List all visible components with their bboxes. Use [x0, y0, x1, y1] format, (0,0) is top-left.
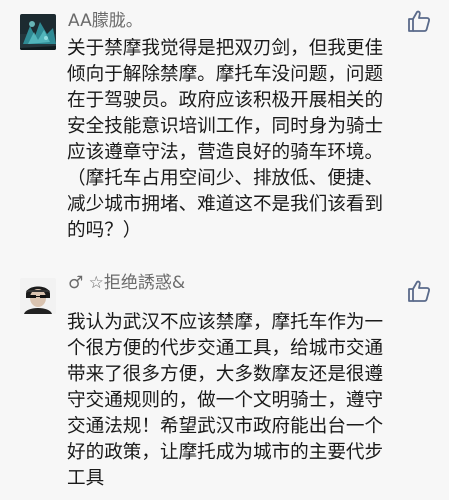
comment-line: 的吗？） — [67, 220, 142, 241]
comment-line: 减少城市拥堵、难道这不是我们该看到 — [67, 194, 384, 215]
comment-line: 交通法规！希望武汉市政府能出台一个 — [67, 416, 384, 437]
comment-text: 我认为武汉不应该禁摩，摩托车作为一 个很方便的代步交通工具，给城市交通 带来了很… — [67, 310, 443, 492]
comment-line: 带来了很多方便，大多数摩友还是很遵 — [67, 364, 384, 385]
comment-item: AA朦胧。 关于禁摩我觉得是把双刃剑，但我更佳 倾向于解除禁摩。摩托车没问题，问… — [0, 0, 449, 262]
comment-line: 在于驾驶员。政府应该积极开展相关的 — [67, 90, 384, 111]
thumbs-up-icon[interactable] — [407, 10, 431, 32]
comment-line: 工具 — [67, 468, 105, 489]
comment-item: ♂ ☆拒绝誘惑& 我认为武汉不应该禁摩，摩托车作为一 个很方便的代步交通工具，给… — [0, 262, 449, 500]
comment-line: 安全技能意识培训工作，同时身为骑士 — [67, 116, 384, 137]
username[interactable]: ♂ ☆拒绝誘惑& — [68, 271, 185, 295]
username[interactable]: AA朦胧。 — [68, 9, 143, 33]
comment-line: 倾向于解除禁摩。摩托车没问题，问题 — [67, 64, 384, 85]
comment-line: 关于禁摩我觉得是把双刃剑，但我更佳 — [67, 38, 384, 59]
avatar[interactable] — [20, 278, 56, 314]
comment-line: 好的政策，让摩托成为城市的主要代步 — [67, 442, 384, 463]
avatar[interactable] — [20, 14, 56, 50]
comment-line: 我认为武汉不应该禁摩，摩托车作为一 — [67, 312, 384, 333]
comment-line: （摩托车占用空间少、排放低、便捷、 — [67, 168, 384, 189]
comment-line: 守交通规则的，做一个文明骑士，遵守 — [67, 390, 384, 411]
thumbs-up-icon[interactable] — [407, 280, 431, 302]
comment-line: 个很方便的代步交通工具，给城市交通 — [67, 338, 384, 359]
comment-text: 关于禁摩我觉得是把双刃剑，但我更佳 倾向于解除禁摩。摩托车没问题，问题 在于驾驶… — [67, 36, 443, 244]
comment-line: 应该遵章守法，营造良好的骑车环境。 — [67, 142, 384, 163]
